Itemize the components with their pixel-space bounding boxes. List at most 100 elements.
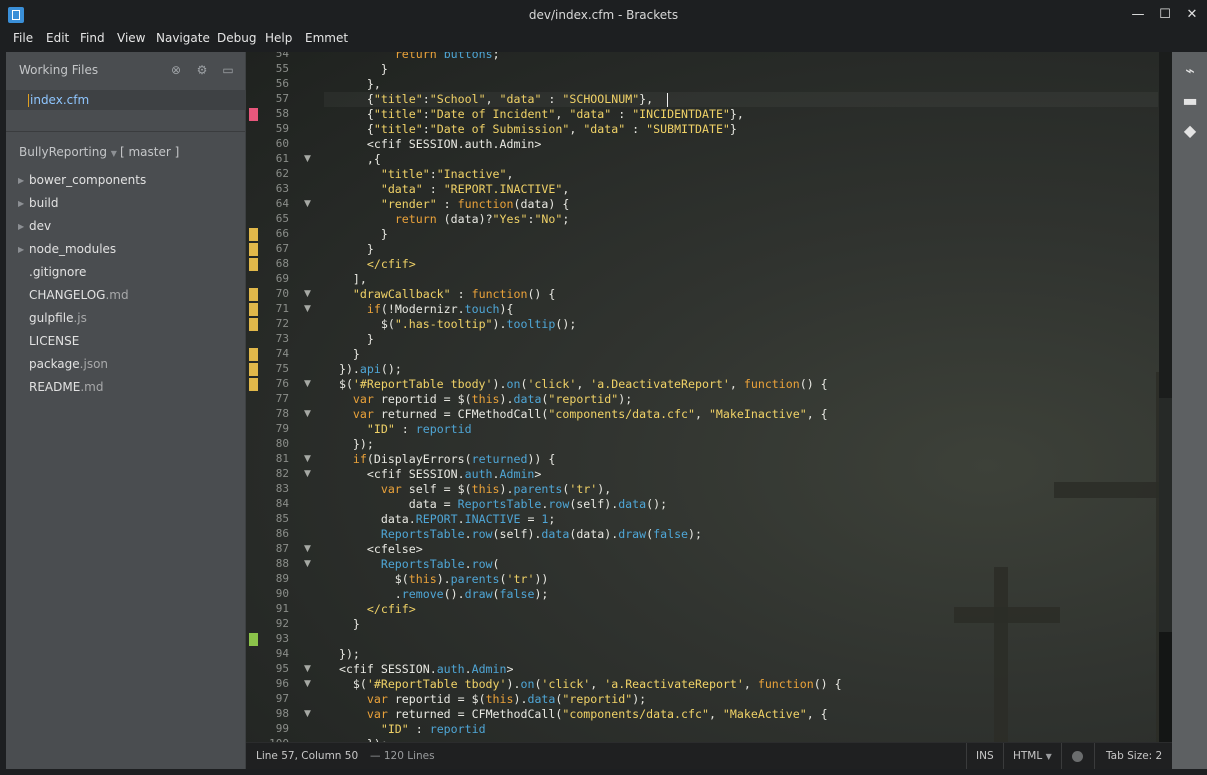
fold-toggle-icon[interactable]: ▼ [304, 409, 311, 419]
code-line[interactable]: </cfif> [325, 257, 416, 271]
folder-expand-icon[interactable]: ▶ [18, 222, 24, 231]
code-line[interactable]: $('#ReportTable tbody').on('click', 'a.R… [325, 677, 842, 691]
menu-find[interactable]: Find [80, 30, 105, 45]
code-line[interactable]: {"title":"Date of Submission", "data" : … [325, 122, 737, 136]
code-line[interactable]: ], [325, 272, 367, 286]
folder-item[interactable]: dev [29, 219, 51, 237]
branch-dropdown[interactable]: [ master ] [120, 145, 179, 159]
code-line[interactable]: } [325, 332, 374, 346]
file-item[interactable]: README.md [29, 380, 103, 398]
fold-toggle-icon[interactable]: ▼ [304, 559, 311, 569]
code-line[interactable]: "data" : "REPORT.INACTIVE", [325, 182, 570, 196]
code-line[interactable]: } [325, 242, 374, 256]
file-item[interactable]: LICENSE [29, 334, 79, 352]
code-line[interactable]: <cfif SESSION.auth.Admin> [325, 467, 542, 481]
code-line[interactable]: var returned = CFMethodCall("components/… [325, 707, 828, 721]
code-line[interactable]: <cfelse> [325, 542, 423, 556]
menu-file[interactable]: File [13, 30, 33, 45]
menu-help[interactable]: Help [265, 30, 292, 45]
split-view-icon[interactable]: ▭ [221, 63, 235, 77]
cursor-position[interactable]: Line 57, Column 50 [256, 750, 358, 762]
code-line[interactable]: } [325, 347, 360, 361]
code-line[interactable]: var self = $(this).parents('tr'), [325, 482, 611, 496]
code-line[interactable]: {"title":"School", "data" : "SCHOOLNUM"}… [325, 92, 653, 106]
fold-toggle-icon[interactable]: ▼ [304, 379, 311, 389]
live-preview-icon[interactable]: ⌁ [1179, 60, 1201, 82]
folder-expand-icon[interactable]: ▶ [18, 176, 24, 185]
code-line[interactable]: var reportid = $(this).data("reportid"); [325, 692, 646, 706]
code-line[interactable]: }); [325, 437, 374, 451]
gear-icon[interactable]: ⚙ [195, 63, 209, 77]
code-line[interactable]: "ID" : reportid [325, 422, 472, 436]
file-item[interactable]: package.json [29, 357, 108, 375]
extension-manager-icon[interactable]: ▬ [1179, 90, 1201, 112]
code-line[interactable]: </cfif> [325, 602, 416, 616]
code-line[interactable]: var reportid = $(this).data("reportid"); [325, 392, 632, 406]
code-line[interactable]: }, [325, 77, 381, 91]
git-icon[interactable]: ◆ [1179, 120, 1201, 142]
code-line[interactable]: data.REPORT.INACTIVE = 1; [325, 512, 556, 526]
code-line[interactable]: .remove().draw(false); [325, 587, 549, 601]
menu-navigate[interactable]: Navigate [156, 30, 210, 45]
fold-toggle-icon[interactable]: ▼ [304, 709, 311, 719]
maximize-button[interactable]: ☐ [1152, 5, 1178, 25]
tab-size-indicator[interactable]: Tab Size: 2 [1106, 750, 1162, 762]
fold-toggle-icon[interactable]: ▼ [304, 199, 311, 209]
code-line[interactable]: $(this).parents('tr')) [325, 572, 549, 586]
code-line[interactable]: "ID" : reportid [325, 722, 486, 736]
code-line[interactable]: } [325, 62, 388, 76]
fold-toggle-icon[interactable]: ▼ [304, 544, 311, 554]
line-number: 59 [275, 122, 289, 135]
menu-debug[interactable]: Debug [217, 30, 256, 45]
close-button[interactable]: ✕ [1179, 5, 1205, 25]
folder-item[interactable]: node_modules [29, 242, 116, 260]
minimize-button[interactable]: — [1125, 5, 1151, 25]
fold-toggle-icon[interactable]: ▼ [304, 304, 311, 314]
linter-status-icon[interactable] [1072, 751, 1083, 762]
fold-toggle-icon[interactable]: ▼ [304, 469, 311, 479]
fold-toggle-icon[interactable]: ▼ [304, 664, 311, 674]
folder-item[interactable]: build [29, 196, 59, 214]
scrollbar-thumb[interactable] [1159, 52, 1172, 398]
code-line[interactable]: {"title":"Date of Incident", "data" : "I… [325, 107, 744, 121]
code-line[interactable]: return (data)?"Yes":"No"; [325, 212, 570, 226]
code-line[interactable]: "drawCallback" : function() { [325, 287, 555, 301]
code-line[interactable]: data = ReportsTable.row(self).data(); [325, 497, 667, 511]
fold-toggle-icon[interactable]: ▼ [304, 454, 311, 464]
folder-expand-icon[interactable]: ▶ [18, 199, 24, 208]
code-line[interactable]: $(".has-tooltip").tooltip(); [325, 317, 577, 331]
code-line[interactable]: }).api(); [325, 362, 402, 376]
code-line[interactable]: "title":"Inactive", [325, 167, 514, 181]
working-file-item[interactable]: index.cfm [6, 90, 245, 110]
file-item[interactable]: gulpfile.js [29, 311, 87, 329]
file-item[interactable]: CHANGELOG.md [29, 288, 129, 306]
code-line[interactable]: <cfif SESSION.auth.Admin> [325, 137, 542, 151]
fold-toggle-icon[interactable]: ▼ [304, 679, 311, 689]
fold-toggle-icon[interactable]: ▼ [304, 289, 311, 299]
menu-edit[interactable]: Edit [46, 30, 69, 45]
code-line[interactable]: if(DisplayErrors(returned)) { [325, 452, 555, 466]
code-line[interactable]: $('#ReportTable tbody').on('click', 'a.D… [325, 377, 828, 391]
code-line[interactable]: ReportsTable.row( [325, 557, 500, 571]
folder-expand-icon[interactable]: ▶ [18, 245, 24, 254]
code-line[interactable]: } [325, 227, 388, 241]
project-dropdown[interactable]: BullyReporting ▼ [19, 145, 117, 159]
code-line[interactable]: <cfif SESSION.auth.Admin> [325, 662, 514, 676]
code-line[interactable]: ,{ [325, 152, 381, 166]
file-item[interactable]: .gitignore [29, 265, 86, 283]
code-line[interactable]: ReportsTable.row(self).data(data).draw(f… [325, 527, 702, 541]
code-line[interactable]: }); [325, 647, 360, 661]
language-select[interactable]: HTML ▼ [1013, 750, 1052, 762]
code-line[interactable]: if(!Modernizr.touch){ [325, 302, 514, 316]
menu-view[interactable]: View [117, 30, 145, 45]
insert-mode-toggle[interactable]: INS [976, 750, 994, 762]
code-line[interactable]: } [325, 617, 360, 631]
code-line[interactable]: return buttons; [325, 52, 500, 61]
menu-emmet[interactable]: Emmet [305, 30, 348, 45]
code-line[interactable]: var returned = CFMethodCall("components/… [325, 407, 828, 421]
close-all-icon[interactable]: ⊗ [169, 63, 183, 77]
code-editor[interactable]: 54 55 56 57 58 59 60 61 ▼ 62 63 64 ▼ 65 66 67 68 69 70 ▼ 71 ▼… [246, 52, 1172, 742]
fold-toggle-icon[interactable]: ▼ [304, 154, 311, 164]
code-line[interactable]: "render" : function(data) { [325, 197, 569, 211]
folder-item[interactable]: bower_components [29, 173, 146, 191]
